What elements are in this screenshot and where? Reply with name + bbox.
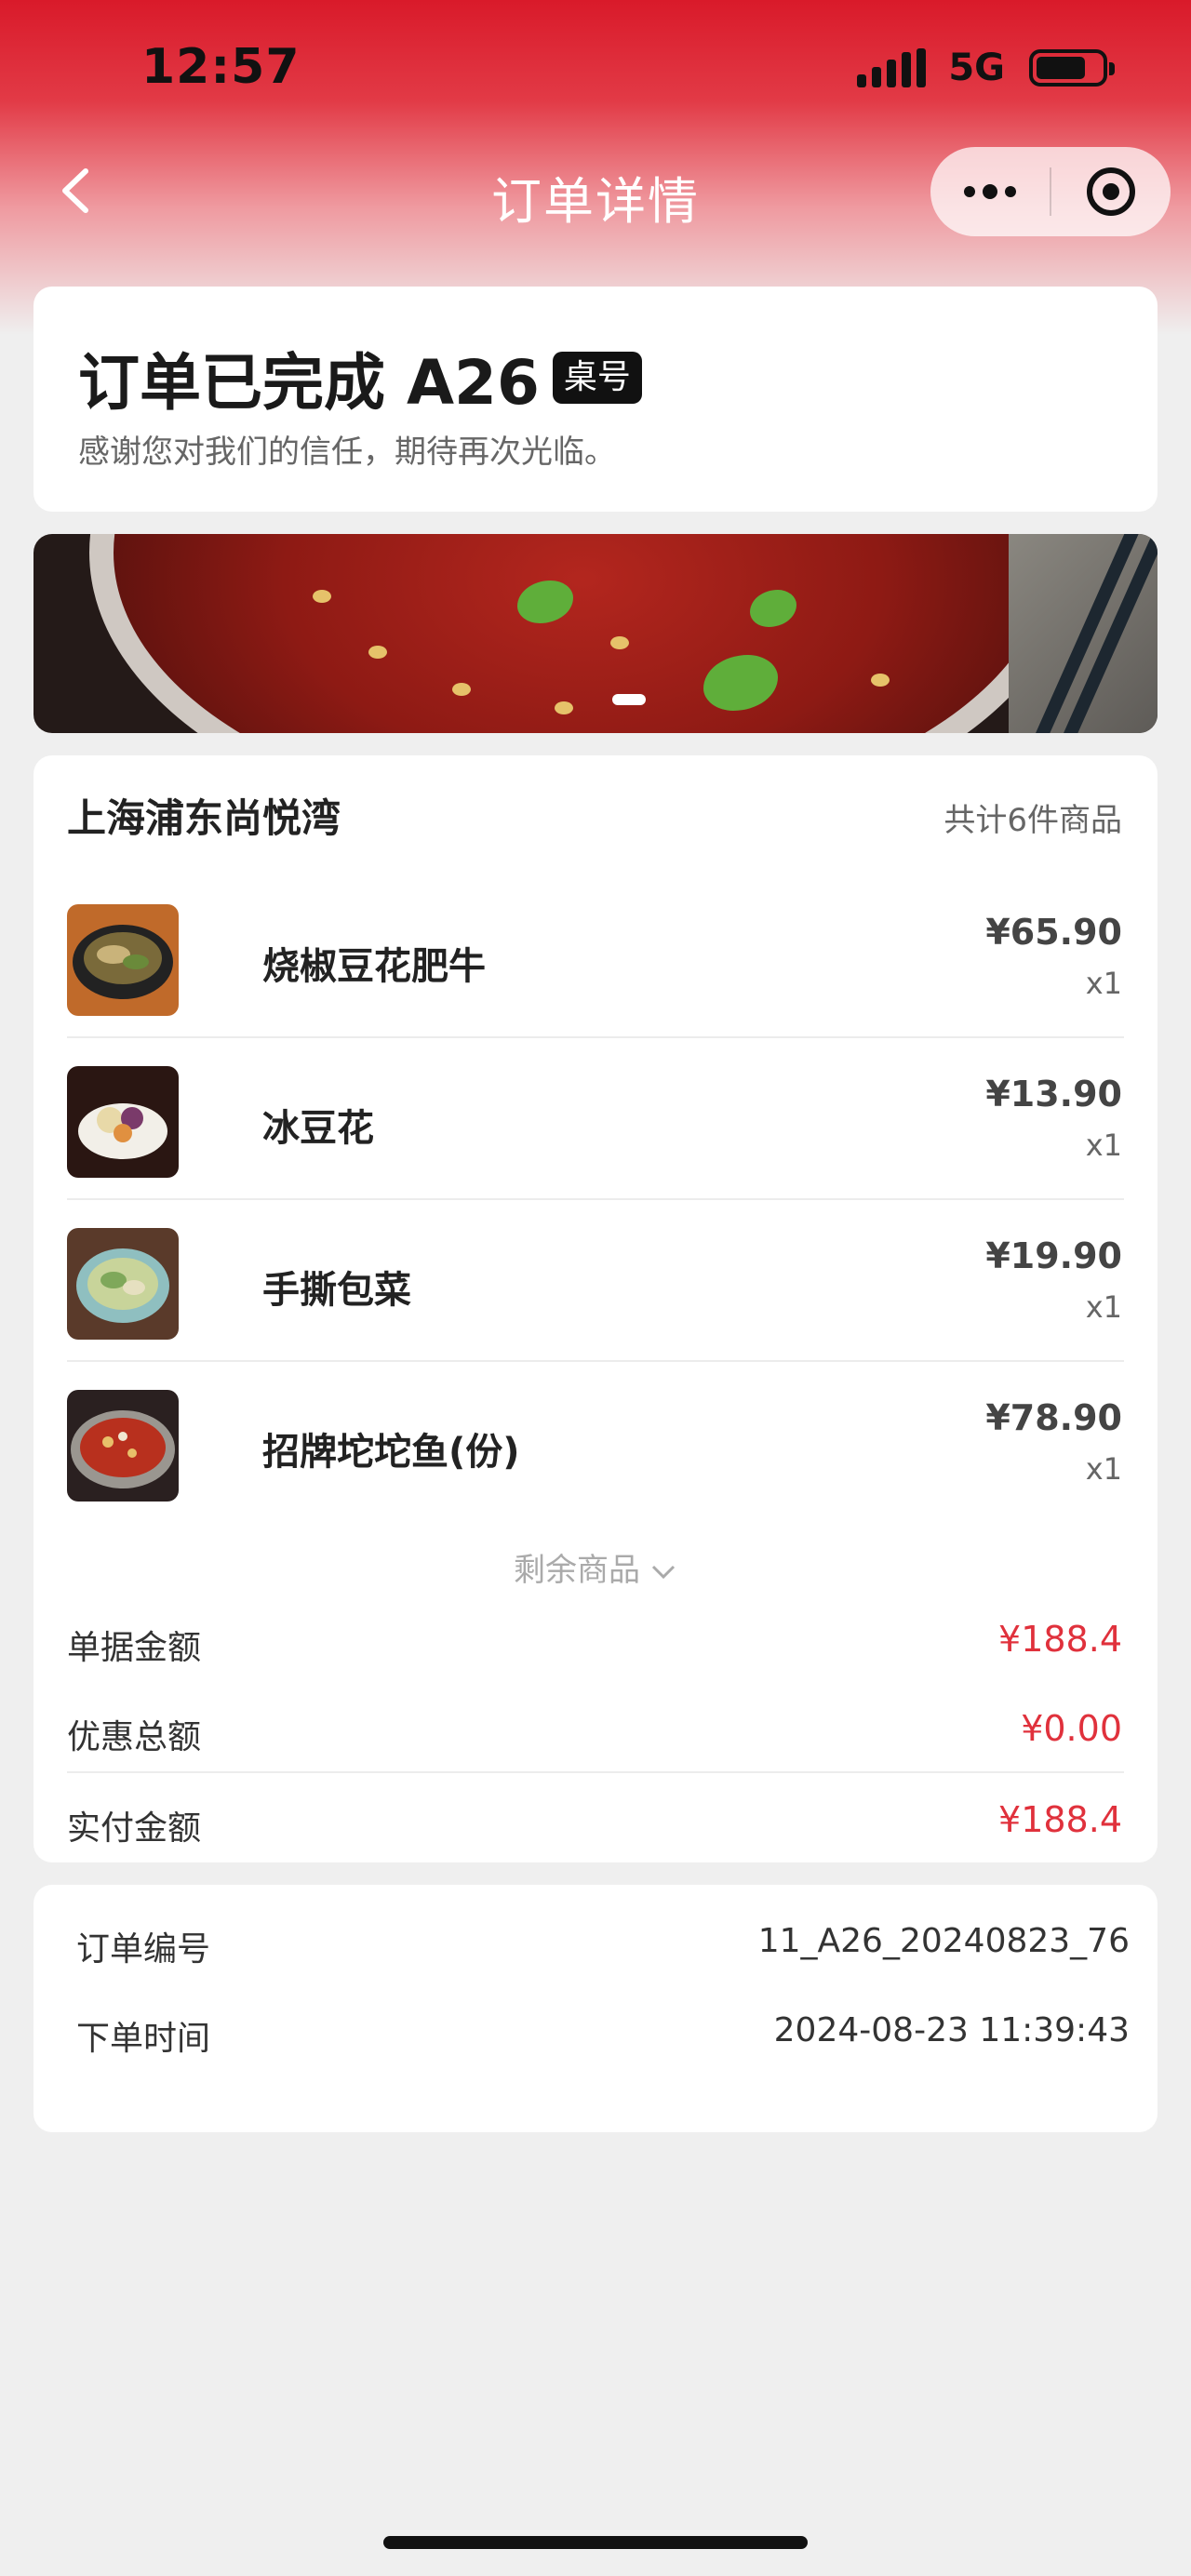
dish-price: ¥19.90 [985,1235,1122,1276]
dish-quantity: x1 [1085,1451,1122,1487]
status-time: 12:57 [141,39,301,95]
order-status-card: 订单已完成 A26 桌号 感谢您对我们的信任，期待再次光临。 [33,287,1158,512]
home-indicator[interactable] [383,2536,808,2549]
bill-amount-row: 单据金额 ¥188.4 [67,1611,1124,1676]
paid-amount-label: 实付金额 [67,1809,202,1848]
dish-quantity: x1 [1085,1128,1122,1163]
signal-icon [857,48,927,87]
dish-name: 烧椒豆花肥牛 [262,945,486,988]
dish-thumbnail [67,1228,179,1340]
more-items-label: 剩余商品 [514,1552,640,1589]
dish-quantity: x1 [1085,1289,1122,1325]
dish-name: 手撕包菜 [262,1269,411,1312]
dish-thumbnail [67,1390,179,1502]
paid-amount-value: ¥188.4 [998,1799,1122,1840]
list-item[interactable]: 烧椒豆花肥牛 ¥65.90 x1 [67,876,1124,1038]
network-label: 5G [948,47,1005,89]
discount-label: 优惠总额 [67,1718,202,1756]
order-number-label: 订单编号 [76,1930,211,1969]
target-icon [1087,167,1135,216]
table-number-badge: 桌号 [552,352,642,404]
order-status-heading: 订单已完成 A26 桌号 [78,333,642,422]
order-items-card: 上海浦东尚悦湾 共计6件商品 烧椒豆花肥牛 ¥65.90 x1 冰豆花 ¥13.… [33,755,1158,1862]
order-number-value: 11_A26_20240823_76 [757,1922,1130,1960]
chevron-down-icon [651,1565,676,1579]
dish-thumbnail [67,904,179,1016]
store-name: 上海浦东尚悦湾 [67,795,341,841]
dish-name: 招牌坨坨鱼(份) [262,1431,520,1474]
dish-thumbnail [67,1066,179,1178]
status-bar-right: 5G [857,47,1115,89]
list-item[interactable]: 冰豆花 ¥13.90 x1 [67,1038,1124,1200]
item-count: 共计6件商品 [943,802,1122,839]
order-status-title: 订单已完成 A26 [78,347,540,419]
order-time-value: 2024-08-23 11:39:43 [773,2011,1130,2049]
battery-icon [1029,49,1115,87]
discount-row: 优惠总额 ¥0.00 [67,1701,1124,1766]
dish-price: ¥78.90 [985,1397,1122,1438]
order-time-label: 下单时间 [76,2020,211,2058]
close-miniprogram-button[interactable] [1051,147,1171,236]
order-status-subtitle: 感谢您对我们的信任，期待再次光临。 [78,434,616,471]
dish-quantity: x1 [1085,966,1122,1001]
hotpot-image [89,534,1076,733]
dish-name: 冰豆花 [262,1107,374,1150]
discount-value: ¥0.00 [1021,1708,1122,1749]
dish-price: ¥65.90 [985,912,1122,953]
dish-price: ¥13.90 [985,1074,1122,1114]
paid-amount-row: 实付金额 ¥188.4 [67,1792,1124,1857]
promo-banner[interactable] [33,534,1158,733]
list-item[interactable]: 手撕包菜 ¥19.90 x1 [67,1200,1124,1362]
carousel-indicator [612,694,646,705]
order-info-card: 订单编号 11_A26_20240823_76 下单时间 2024-08-23 … [33,1885,1158,2132]
mini-program-capsule [930,147,1171,236]
bill-amount-value: ¥188.4 [998,1619,1122,1660]
list-item[interactable]: 招牌坨坨鱼(份) ¥78.90 x1 [67,1362,1124,1524]
more-button[interactable] [930,147,1050,236]
show-remaining-items-button[interactable]: 剩余商品 [33,1544,1158,1590]
bill-amount-label: 单据金额 [67,1629,202,1667]
